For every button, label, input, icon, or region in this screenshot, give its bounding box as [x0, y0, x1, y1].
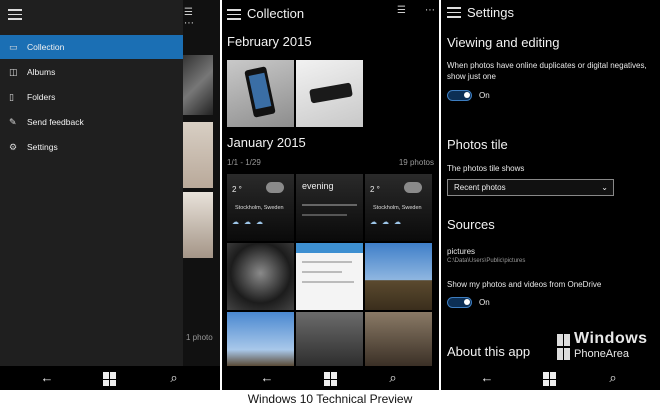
- navigation-drawer: ▭ Collection ◫ Albums ▯ Folders ✎ Send f…: [0, 0, 183, 366]
- onedrive-toggle[interactable]: [447, 297, 472, 308]
- folders-icon: ▯: [9, 92, 14, 102]
- chevron-down-icon: ⌄: [601, 183, 608, 192]
- source-path: C:\Data\Users\Public\pictures: [447, 258, 526, 264]
- photo-thumbnail[interactable]: [365, 243, 432, 310]
- section-heading-photos-tile: Photos tile: [447, 137, 508, 152]
- back-icon[interactable]: ←: [260, 371, 274, 385]
- cloud-icon: [404, 182, 422, 193]
- menu-item-label: Settings: [27, 142, 58, 152]
- photo-thumbnail[interactable]: [296, 312, 363, 366]
- gear-icon: ⚙: [9, 142, 18, 152]
- toggle-state-label: On: [479, 298, 490, 307]
- photo-thumbnail[interactable]: [296, 60, 363, 127]
- hamburger-menu-icon[interactable]: [447, 7, 461, 18]
- system-nav-bar: ← ⌕: [0, 366, 220, 390]
- photo-count-text: 1 photo: [186, 333, 213, 342]
- photo-thumbnail[interactable]: evening: [296, 174, 363, 241]
- date-range-row: 1/1 - 1/29 19 photos: [227, 158, 434, 167]
- section-heading-viewing: Viewing and editing: [447, 35, 560, 50]
- photo-thumbnail[interactable]: [183, 122, 213, 188]
- caption: Windows 10 Technical Preview: [247, 392, 413, 406]
- photo-thumbnail[interactable]: [227, 243, 294, 310]
- back-icon[interactable]: ←: [40, 371, 54, 385]
- photo-thumbnail[interactable]: 2 ° Stockholm, Sweden ☁☁☁: [365, 174, 432, 241]
- cloud-icon: [266, 182, 284, 193]
- section-title: January 2015: [227, 135, 306, 150]
- watermark-logo: Windows PhoneArea: [557, 330, 660, 361]
- section-title: February 2015: [227, 34, 312, 49]
- photo-thumbnail[interactable]: [227, 60, 294, 127]
- menu-item-send-feedback[interactable]: ✎ Send feedback: [0, 110, 183, 134]
- phone-drawer-screen: ☰ ⋯ 1 photo ▭ Collection ◫ Albums ▯ Fold…: [0, 0, 220, 390]
- back-icon[interactable]: ←: [480, 371, 494, 385]
- watermark-line1: Windows: [574, 330, 648, 347]
- photo-thumbnail[interactable]: [227, 312, 294, 366]
- collection-icon: ▭: [9, 42, 18, 52]
- more-icon[interactable]: ⋯: [425, 5, 435, 16]
- menu-item-label: Collection: [27, 42, 65, 52]
- photo-thumbnail[interactable]: [183, 192, 213, 258]
- menu-item-label: Folders: [27, 92, 56, 102]
- menu-item-folders[interactable]: ▯ Folders: [0, 85, 183, 109]
- photo-thumbnail[interactable]: 2 ° Stockholm, Sweden ☁☁☁: [227, 174, 294, 241]
- phone-collection-screen: Collection ☰ ⋯ February 2015 January 201…: [222, 0, 439, 390]
- section-heading-sources: Sources: [447, 217, 495, 232]
- menu-item-collection[interactable]: ▭ Collection: [0, 35, 183, 59]
- toolbar-icons-partial[interactable]: ☰ ⋯: [184, 7, 220, 29]
- weather-icons: ☁☁☁: [232, 219, 268, 226]
- photo-count: 19 photos: [398, 158, 434, 167]
- hamburger-menu-icon[interactable]: [8, 9, 22, 20]
- toggle-state-label: On: [479, 91, 490, 100]
- source-name[interactable]: pictures: [447, 246, 652, 257]
- menu-item-settings[interactable]: ⚙ Settings: [0, 135, 183, 159]
- onedrive-description: Show my photos and videos from OneDrive: [447, 280, 602, 289]
- page-title: Collection: [247, 6, 305, 21]
- photos-tile-select[interactable]: Recent photos ⌄: [447, 179, 614, 196]
- photo-thumbnail[interactable]: [365, 312, 432, 366]
- system-nav-bar: ← ⌕: [441, 366, 660, 390]
- albums-icon: ◫: [9, 67, 18, 77]
- search-icon[interactable]: ⌕: [606, 371, 620, 385]
- menu-item-albums[interactable]: ◫ Albums: [0, 60, 183, 84]
- hamburger-menu-icon[interactable]: [227, 9, 241, 20]
- photos-tile-description: The photos tile shows: [447, 164, 525, 173]
- windows-icon[interactable]: [543, 372, 557, 386]
- search-icon[interactable]: ⌕: [386, 371, 400, 385]
- windows-icon[interactable]: [324, 372, 338, 386]
- menu-item-label: Albums: [27, 67, 56, 77]
- select-icon[interactable]: ☰: [397, 5, 406, 16]
- feedback-icon: ✎: [9, 117, 17, 127]
- photo-thumbnail[interactable]: [183, 55, 213, 115]
- watermark-line2: PhoneArea: [574, 348, 630, 360]
- page-title: Settings: [467, 5, 514, 20]
- windows-flag-icon: [557, 334, 570, 360]
- date-range: 1/1 - 1/29: [227, 158, 261, 167]
- weather-icons: ☁☁☁: [370, 219, 406, 226]
- menu-item-label: Send feedback: [27, 117, 84, 127]
- windows-icon[interactable]: [103, 372, 117, 386]
- about-app-link[interactable]: About this app: [447, 344, 530, 359]
- search-icon[interactable]: ⌕: [167, 371, 181, 385]
- select-value: Recent photos: [454, 183, 506, 192]
- viewing-description: When photos have online duplicates or di…: [447, 61, 647, 81]
- duplicates-toggle[interactable]: [447, 90, 472, 101]
- system-nav-bar: ← ⌕: [222, 366, 439, 390]
- photo-thumbnail[interactable]: [296, 243, 363, 310]
